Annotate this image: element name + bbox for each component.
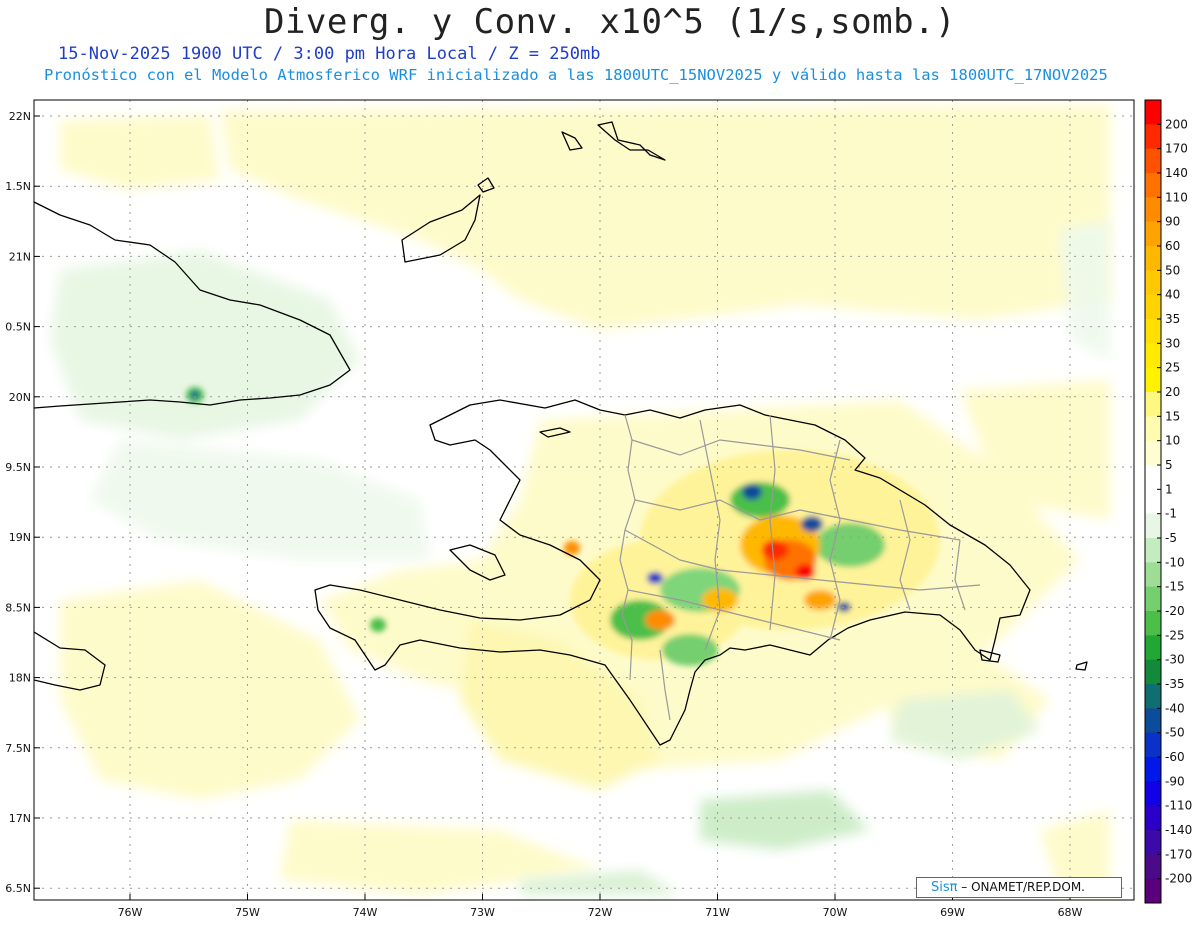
latitude-label: 7.5N	[5, 742, 31, 755]
colorbar-label: 200	[1165, 117, 1188, 131]
colorbar-label: -35	[1165, 677, 1185, 691]
colorbar-swatch	[1145, 148, 1161, 174]
latitude-label: 18N	[9, 672, 31, 685]
colorbar-swatch	[1145, 197, 1161, 223]
longitude-label: 76W	[118, 906, 143, 919]
colorbar-label: -200	[1165, 872, 1192, 886]
colorbar-swatch	[1145, 854, 1161, 880]
longitude-label: 70W	[823, 906, 848, 919]
colorbar-label: -10	[1165, 555, 1185, 569]
colorbar-label: 170	[1165, 142, 1188, 156]
colorbar-swatch	[1145, 513, 1161, 539]
colorbar-label: 25	[1165, 361, 1180, 375]
longitude-label: 73W	[470, 906, 495, 919]
colorbar-swatch	[1145, 124, 1161, 150]
colorbar-label: -60	[1165, 750, 1185, 764]
longitude-label: 71W	[705, 906, 730, 919]
longitude-label: 69W	[940, 906, 965, 919]
colorbar-swatch	[1145, 830, 1161, 855]
colorbar-label: 20	[1165, 385, 1180, 399]
colorbar-label: -170	[1165, 847, 1192, 861]
sispi-logo: Sisπ	[931, 880, 958, 895]
credit-box: Sisπ – ONAMET/REP.DOM.	[916, 877, 1122, 898]
colorbar-label: -30	[1165, 653, 1185, 667]
colorbar-swatch	[1145, 732, 1161, 758]
longitude-label: 74W	[353, 906, 378, 919]
colorbar-label: -110	[1165, 799, 1192, 813]
colorbar-swatch	[1145, 635, 1161, 661]
latitude-label: 21N	[9, 250, 31, 263]
colorbar-swatch	[1145, 586, 1161, 612]
colorbar-label: -25	[1165, 628, 1185, 642]
colorbar-swatch	[1145, 878, 1161, 904]
colorbar-label: 10	[1165, 434, 1180, 448]
map-figure: 22N 1.5N 21N 0.5N 20N 9.5N 19N 8.5N 18N 7.5N 17N 6.…	[5, 99, 1192, 919]
colorbar-swatch	[1145, 684, 1161, 709]
colorbar-label: 90	[1165, 215, 1180, 229]
colorbar-swatch	[1145, 270, 1161, 296]
colorbar-swatch	[1145, 757, 1161, 782]
colorbar-label: -15	[1165, 580, 1185, 594]
latitude-label: 6.5N	[5, 882, 31, 895]
credit-text: – ONAMET/REP.DOM.	[957, 880, 1085, 894]
latitude-label: 9.5N	[5, 461, 31, 474]
latitude-label: 22N	[9, 110, 31, 123]
colorbar-swatch	[1145, 343, 1161, 369]
colorbar-swatch	[1145, 659, 1161, 685]
colorbar-swatch	[1145, 367, 1161, 393]
colorbar: 200 170 140 110 90 60 50 40 35 30 25 20 15 10 5 1 -1 -5 -1…	[1144, 99, 1192, 904]
colorbar-swatch	[1145, 246, 1161, 271]
latitude-label: 0.5N	[5, 321, 31, 334]
colorbar-swatch	[1145, 319, 1161, 344]
colorbar-swatch	[1145, 294, 1161, 320]
longitude-label: 75W	[235, 906, 260, 919]
colorbar-swatch	[1145, 708, 1161, 734]
colorbar-label: -40	[1165, 701, 1185, 715]
colorbar-swatch	[1145, 416, 1161, 442]
colorbar-label: -50	[1165, 726, 1185, 740]
colorbar-swatch	[1145, 221, 1161, 247]
colorbar-label: -20	[1165, 604, 1185, 618]
colorbar-label: 50	[1165, 263, 1180, 277]
colorbar-label: 5	[1165, 458, 1173, 472]
colorbar-label: -90	[1165, 774, 1185, 788]
latitude-label: 1.5N	[5, 180, 31, 193]
colorbar-label: 110	[1165, 190, 1188, 204]
colorbar-label: 15	[1165, 409, 1180, 423]
colorbar-label: 35	[1165, 312, 1180, 326]
colorbar-label: 140	[1165, 166, 1188, 180]
colorbar-swatch	[1145, 440, 1161, 466]
colorbar-label: 1	[1165, 482, 1173, 496]
colorbar-label: -1	[1165, 507, 1177, 521]
colorbar-label: -140	[1165, 823, 1192, 837]
colorbar-swatch	[1145, 465, 1161, 490]
colorbar-swatch	[1145, 805, 1161, 831]
longitude-label: 72W	[588, 906, 613, 919]
colorbar-swatch	[1145, 538, 1161, 563]
colorbar-label: -5	[1165, 531, 1177, 545]
colorbar-swatch	[1145, 611, 1161, 636]
longitude-label: 68W	[1058, 906, 1083, 919]
colorbar-swatch	[1145, 489, 1161, 515]
colorbar-label: 30	[1165, 336, 1180, 350]
colorbar-swatch	[1145, 392, 1161, 417]
colorbar-label: 40	[1165, 288, 1180, 302]
latitude-label: 17N	[9, 812, 31, 825]
colorbar-swatch	[1145, 100, 1161, 125]
colorbar-label: 60	[1165, 239, 1180, 253]
latitude-label: 19N	[9, 531, 31, 544]
colorbar-swatch	[1145, 562, 1161, 588]
colorbar-swatch	[1145, 781, 1161, 807]
latitude-label: 8.5N	[5, 601, 31, 614]
colorbar-swatch	[1145, 173, 1161, 198]
latitude-label: 20N	[9, 391, 31, 404]
